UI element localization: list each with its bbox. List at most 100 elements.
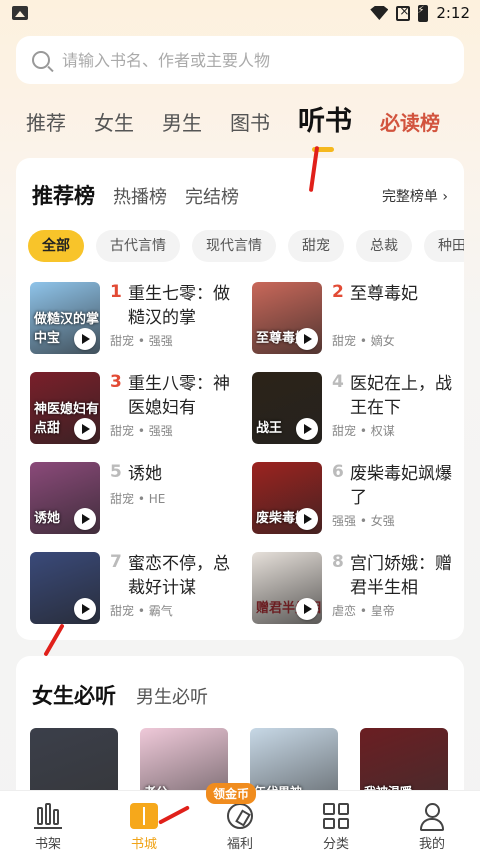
rank-number: 6 — [332, 462, 344, 482]
rank-number: 5 — [110, 462, 122, 482]
cover-title-art: 诱她 — [34, 511, 61, 526]
tab-books[interactable]: 图书 — [230, 107, 270, 142]
rank-number: 8 — [332, 552, 344, 572]
book-cover[interactable]: 诱她 — [30, 462, 100, 534]
tab-audiobooks-label: 听书 — [298, 106, 352, 137]
book-tags: 甜宠 • 嫡女 — [332, 334, 395, 348]
nav-label: 我的 — [418, 837, 445, 852]
search-input[interactable] — [62, 50, 442, 70]
filter-chip[interactable]: 古代言情 — [96, 230, 180, 262]
filter-chip[interactable]: 甜宠 — [288, 230, 344, 262]
category-icon — [323, 803, 349, 829]
ranking-book-item[interactable]: 7 蜜恋不停，总裁好计谋 甜宠 • 霸气 — [30, 552, 240, 624]
full-list-link[interactable]: 完整榜单 › — [382, 186, 448, 206]
book-title: 宫门娇娥：赠君半生相 — [350, 554, 452, 598]
book-cover[interactable]: 赠君半生相 — [252, 552, 322, 624]
book-tags: 甜宠 • 强强 — [110, 424, 173, 438]
bottom-nav: 书架 书城 领金币 福利 分类 我的 — [0, 783, 480, 855]
rank-number: 3 — [110, 372, 122, 392]
book-tags: 甜宠 • HE — [110, 492, 166, 506]
nav-bookshelf[interactable]: 书架 — [0, 791, 96, 855]
book-tags: 强强 • 女强 — [332, 514, 395, 528]
book-cover[interactable]: 废柴毒妃 — [252, 462, 322, 534]
play-icon[interactable] — [296, 418, 318, 440]
status-time: 2:12 — [436, 4, 470, 22]
tab-audiobooks[interactable]: 听书 — [298, 99, 352, 152]
filter-chip[interactable]: 现代言情 — [192, 230, 276, 262]
must-read-tabs: 女生必听 男生必听 — [32, 680, 228, 710]
ranking-card: 推荐榜 热播榜 完结榜 完整榜单 › 全部 古代言情 现代言情 甜宠 总裁 种田… — [16, 158, 464, 640]
book-tags: 甜宠 • 霸气 — [110, 604, 173, 618]
play-icon[interactable] — [74, 418, 96, 440]
book-title: 重生八零：神医媳妇有 — [128, 374, 230, 418]
tab-recommend-ranking[interactable]: 推荐榜 — [32, 180, 95, 210]
play-icon[interactable] — [74, 598, 96, 620]
nav-welfare[interactable]: 领金币 福利 — [192, 783, 288, 855]
book-cover[interactable]: 做糙汉的掌中宝 — [30, 282, 100, 354]
rank-number: 2 — [332, 282, 344, 302]
tab-hot-ranking[interactable]: 热播榜 — [113, 183, 167, 209]
tab-completed-ranking[interactable]: 完结榜 — [185, 183, 239, 209]
tab-female-must-listen[interactable]: 女生必听 — [32, 680, 116, 710]
welfare-icon — [227, 803, 253, 829]
filter-chip[interactable]: 总裁 — [356, 230, 412, 262]
tab-male[interactable]: 男生 — [162, 107, 202, 142]
play-icon[interactable] — [296, 508, 318, 530]
book-title: 蜜恋不停，总裁好计谋 — [128, 554, 230, 598]
rank-number: 7 — [110, 552, 122, 572]
tab-recommend[interactable]: 推荐 — [26, 107, 66, 142]
battery-charging-icon — [417, 4, 429, 22]
ranking-book-item[interactable]: 废柴毒妃 6 废柴毒妃飒爆了 强强 • 女强 — [252, 462, 462, 534]
filter-chip-all[interactable]: 全部 — [28, 230, 84, 262]
gallery-icon — [12, 6, 28, 20]
tab-female[interactable]: 女生 — [94, 107, 134, 142]
no-sim-icon — [396, 4, 411, 21]
book-tags: 甜宠 • 权谋 — [332, 424, 395, 438]
book-title: 诱她 — [128, 464, 162, 484]
book-cover[interactable]: 战王 — [252, 372, 322, 444]
nav-category[interactable]: 分类 — [288, 791, 384, 855]
book-title: 重生七零：做糙汉的掌 — [128, 284, 230, 328]
tab-must-read[interactable]: 必读榜 — [380, 107, 440, 142]
book-cover[interactable]: 神医媳妇有点甜 — [30, 372, 100, 444]
rank-number: 1 — [110, 282, 122, 302]
wifi-icon — [370, 6, 389, 20]
nav-label: 福利 — [226, 837, 253, 852]
search-bar[interactable] — [16, 36, 464, 84]
bookshelf-icon — [34, 803, 62, 829]
nav-label: 书架 — [34, 837, 61, 852]
profile-icon — [418, 803, 446, 831]
book-cover[interactable] — [30, 552, 100, 624]
book-cover[interactable]: 至尊毒妃 — [252, 282, 322, 354]
cover-title-art: 战王 — [256, 421, 283, 436]
coin-badge[interactable]: 领金币 — [206, 783, 257, 804]
ranking-book-item[interactable]: 诱她 5 诱她 甜宠 • HE — [30, 462, 240, 534]
book-tags: 虐恋 • 皇帝 — [332, 604, 395, 618]
ranking-book-item[interactable]: 做糙汉的掌中宝 1 重生七零：做糙汉的掌 甜宠 • 强强 — [30, 282, 240, 354]
rank-number: 4 — [332, 372, 344, 392]
nav-label: 分类 — [322, 837, 349, 852]
nav-profile[interactable]: 我的 — [384, 791, 480, 855]
ranking-tabs: 推荐榜 热播榜 完结榜 — [32, 180, 257, 210]
ranking-book-item[interactable]: 赠君半生相 8 宫门娇娥：赠君半生相 虐恋 • 皇帝 — [252, 552, 462, 624]
status-bar: 2:12 — [0, 0, 480, 28]
play-icon[interactable] — [296, 328, 318, 350]
ranking-book-item[interactable]: 神医媳妇有点甜 3 重生八零：神医媳妇有 甜宠 • 强强 — [30, 372, 240, 444]
top-tabs: 推荐 女生 男生 图书 听书 必读榜 — [26, 99, 468, 152]
book-title: 至尊毒妃 — [350, 284, 418, 304]
nav-label: 书城 — [130, 837, 157, 852]
filter-chips: 全部 古代言情 现代言情 甜宠 总裁 种田 — [28, 230, 464, 262]
play-icon[interactable] — [74, 508, 96, 530]
play-icon[interactable] — [296, 598, 318, 620]
filter-chip[interactable]: 种田 — [424, 230, 464, 262]
play-icon[interactable] — [74, 328, 96, 350]
ranking-book-item[interactable]: 战王 4 医妃在上，战王在下 甜宠 • 权谋 — [252, 372, 462, 444]
search-icon — [32, 51, 50, 69]
book-title: 医妃在上，战王在下 — [350, 374, 452, 418]
bookstore-icon — [130, 803, 158, 829]
tab-male-must-listen[interactable]: 男生必听 — [136, 683, 208, 709]
ranking-book-item[interactable]: 至尊毒妃 2 至尊毒妃 甜宠 • 嫡女 — [252, 282, 462, 354]
book-title: 废柴毒妃飒爆了 — [350, 464, 452, 508]
book-tags: 甜宠 • 强强 — [110, 334, 173, 348]
nav-bookstore[interactable]: 书城 — [96, 791, 192, 855]
